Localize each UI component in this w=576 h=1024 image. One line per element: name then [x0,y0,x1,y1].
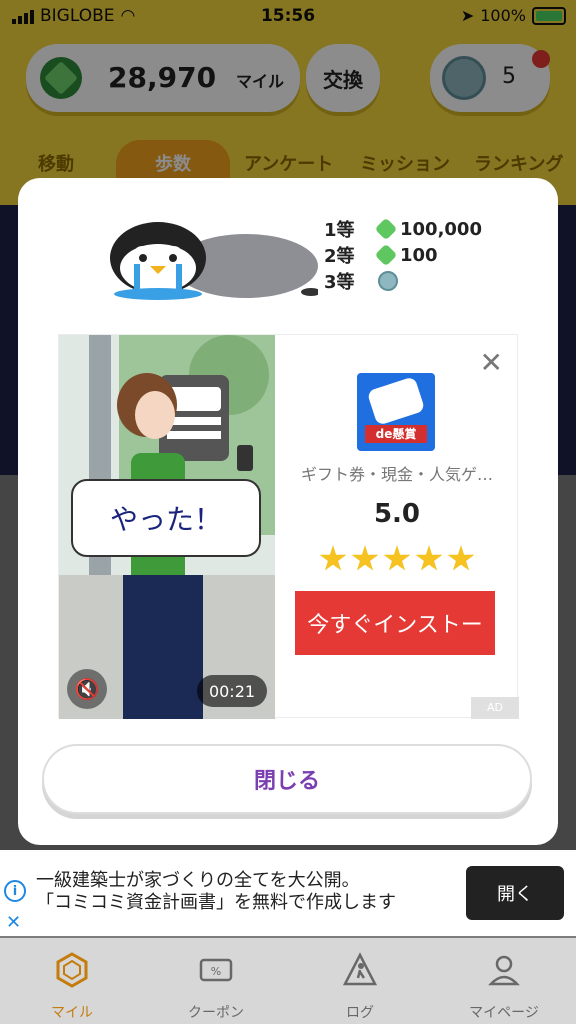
prize-rank: 1等 [324,220,355,241]
video-ad[interactable]: やった！ 🔇 00:21 ✕ de懸賞 ギフト券・現金・人気ゲ… 5.0 今すぐ… [58,334,519,719]
star-icon [415,545,443,571]
ad-video-frame[interactable]: やった！ 🔇 00:21 [59,335,275,719]
lottery-result-modal: 1等 100,000 2等 100 3等 やった！ 🔇 00:21 ✕ de懸賞… [18,178,558,845]
prize-row: 1等 100,000 [324,216,524,242]
prize-rank: 2等 [324,246,355,267]
star-icon [383,545,411,571]
rating-stars [319,545,475,573]
puzzle-icon [366,376,426,426]
crying-penguin-illustration [110,222,318,300]
mute-icon[interactable]: 🔇 [67,669,107,709]
speech-bubble: やった！ [71,479,261,557]
close-icon[interactable]: ✕ [6,912,21,933]
prize-row: 2等 100 [324,242,524,268]
ad-description: ギフト券・現金・人気ゲ… [300,465,493,484]
banner-ad[interactable]: i ✕ 一級建築士が家づくりの全てを大公開。 「コミコミ資金計画書」を無料で作成… [0,850,576,936]
video-timer: 00:21 [197,675,267,707]
banner-line-2: 「コミコミ資金計画書」を無料で作成します [36,892,396,913]
ticket-icon [378,271,398,291]
prize-list: 1等 100,000 2等 100 3等 [324,216,524,294]
star-icon [447,545,475,571]
star-icon [351,545,379,571]
banner-open-button[interactable]: 開く [466,866,564,920]
star-icon [319,545,347,571]
info-icon[interactable]: i [4,880,26,902]
ad-rating: 5.0 [373,499,421,529]
ad-info-panel: ✕ de懸賞 ギフト券・現金・人気ゲ… 5.0 今すぐインストー AD [275,335,519,719]
banner-text: 一級建築士が家づくりの全てを大公開。 「コミコミ資金計画書」を無料で作成します [36,870,396,914]
app-icon-badge: de懸賞 [365,425,427,443]
prize-value: 100,000 [400,218,482,240]
prize-rank: 3等 [324,272,355,293]
gem-icon [374,217,398,241]
banner-line-1: 一級建築士が家づくりの全てを大公開。 [36,870,360,891]
prize-row: 3等 [324,268,524,294]
gem-icon [374,243,398,267]
prize-value: 100 [400,244,438,266]
app-icon[interactable]: de懸賞 [357,373,435,451]
nav-dim-overlay [0,938,576,1024]
ad-badge: AD [471,697,519,719]
close-icon[interactable]: ✕ [480,349,503,377]
close-button[interactable]: 閉じる [42,744,532,814]
install-button[interactable]: 今すぐインストー [295,591,495,655]
